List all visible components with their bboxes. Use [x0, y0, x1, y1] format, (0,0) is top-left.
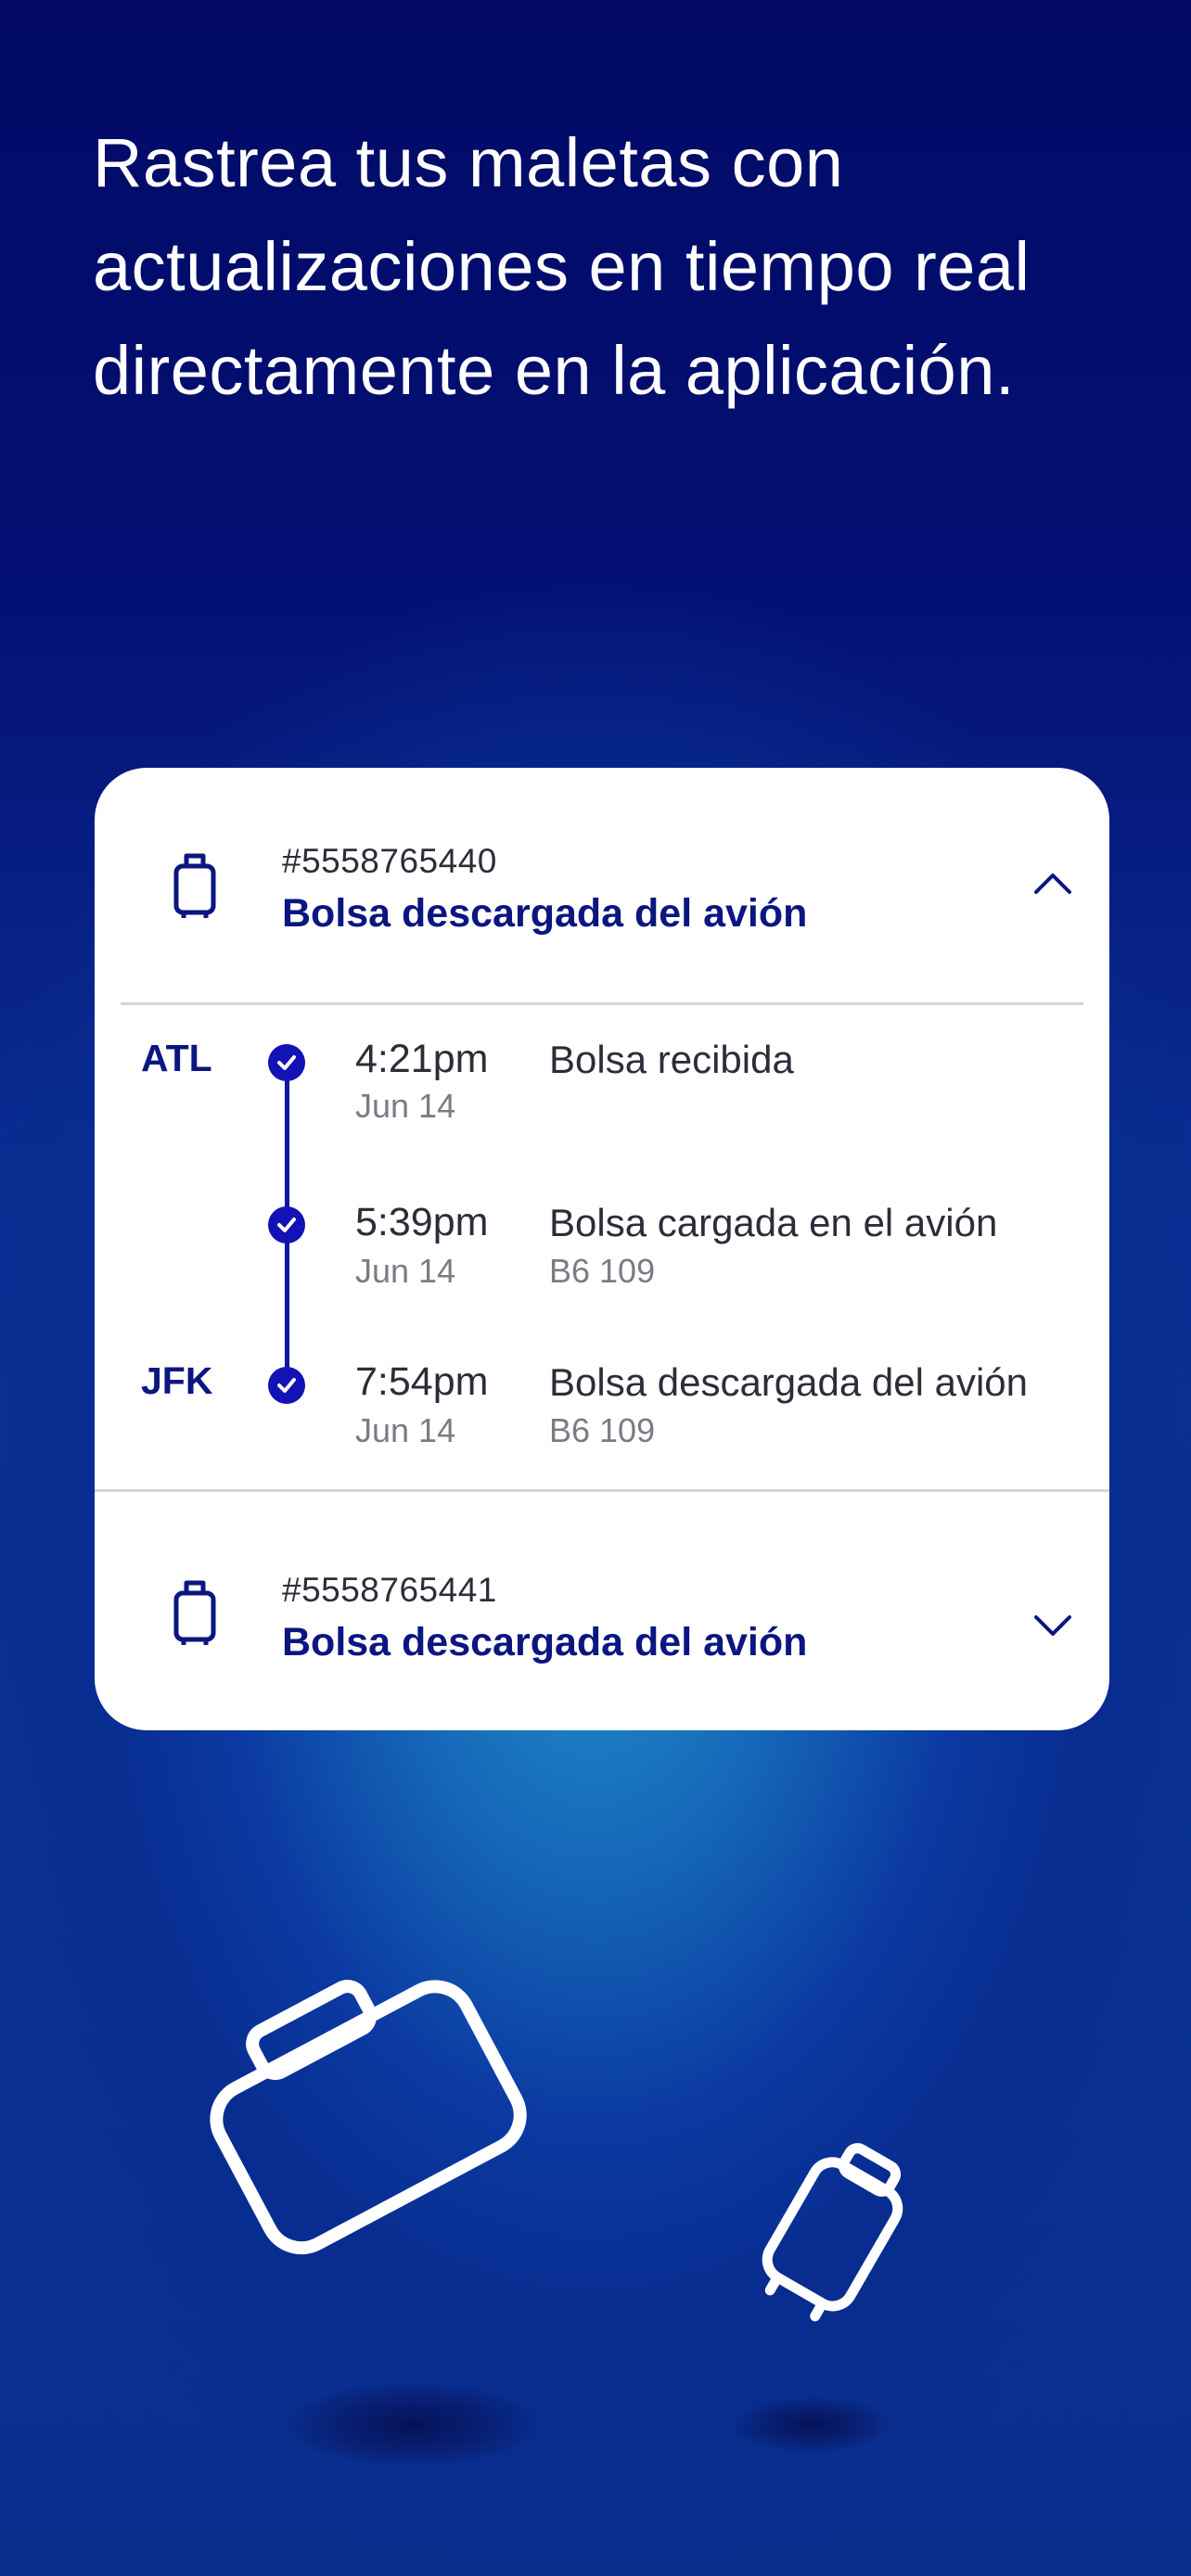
bag-tracking-card: #5558765440 Bolsa descargada del avión A…: [95, 768, 1109, 1730]
divider: [121, 1002, 1083, 1005]
check-circle-icon: [268, 1206, 305, 1243]
timeline-event-description: Bolsa descargada del avión: [549, 1360, 1029, 1404]
timeline-event-date: Jun 14: [355, 1411, 456, 1449]
timeline-event-description: Bolsa recibida: [549, 1038, 794, 1081]
suitcase-shadow: [733, 2397, 890, 2453]
headline-line-1: Rastrea tus maletas con: [93, 124, 844, 201]
headline: Rastrea tus maletas con actualizaciones …: [93, 111, 1132, 423]
bag-status: Bolsa descargada del avión: [282, 1620, 808, 1664]
headline-line-3: directamente en la aplicación.: [93, 332, 1016, 409]
bag-status: Bolsa descargada del avión: [282, 891, 808, 936]
luggage-icon: [173, 853, 216, 918]
rolling-suitcase-icon: [762, 2143, 903, 2322]
timeline-event-description: Bolsa cargada en el avión: [549, 1201, 998, 1244]
bag-row-1[interactable]: #5558765440 Bolsa descargada del avión: [95, 768, 1109, 953]
check-circle-icon: [268, 1367, 305, 1404]
timeline-event-time: 7:54pm: [355, 1359, 489, 1404]
headline-line-2: actualizaciones en tiempo real: [93, 228, 1031, 305]
timeline-event-flight: B6 109: [549, 1411, 656, 1449]
bag-tag-number: #5558765440: [282, 842, 497, 880]
timeline-airport-destination: JFK: [141, 1359, 213, 1402]
suitcase-shadow: [288, 2383, 538, 2467]
timeline-event-date: Jun 14: [355, 1087, 456, 1125]
timeline-event-time: 4:21pm: [355, 1037, 489, 1081]
timeline-event-flight: B6 109: [549, 1252, 656, 1290]
luggage-icon: [173, 1580, 216, 1645]
timeline-event-time: 5:39pm: [355, 1200, 489, 1244]
divider: [95, 1489, 1109, 1492]
timeline-event-date: Jun 14: [355, 1252, 456, 1290]
briefcase-icon: [210, 1980, 527, 2255]
timeline-airport-origin: ATL: [141, 1037, 212, 1079]
chevron-up-icon[interactable]: [1033, 870, 1072, 896]
check-circle-icon: [268, 1044, 305, 1081]
chevron-down-icon[interactable]: [1033, 1613, 1072, 1639]
bag-row-2[interactable]: #5558765441 Bolsa descargada del avión: [95, 1493, 1109, 1678]
bag-tag-number: #5558765441: [282, 1571, 497, 1609]
